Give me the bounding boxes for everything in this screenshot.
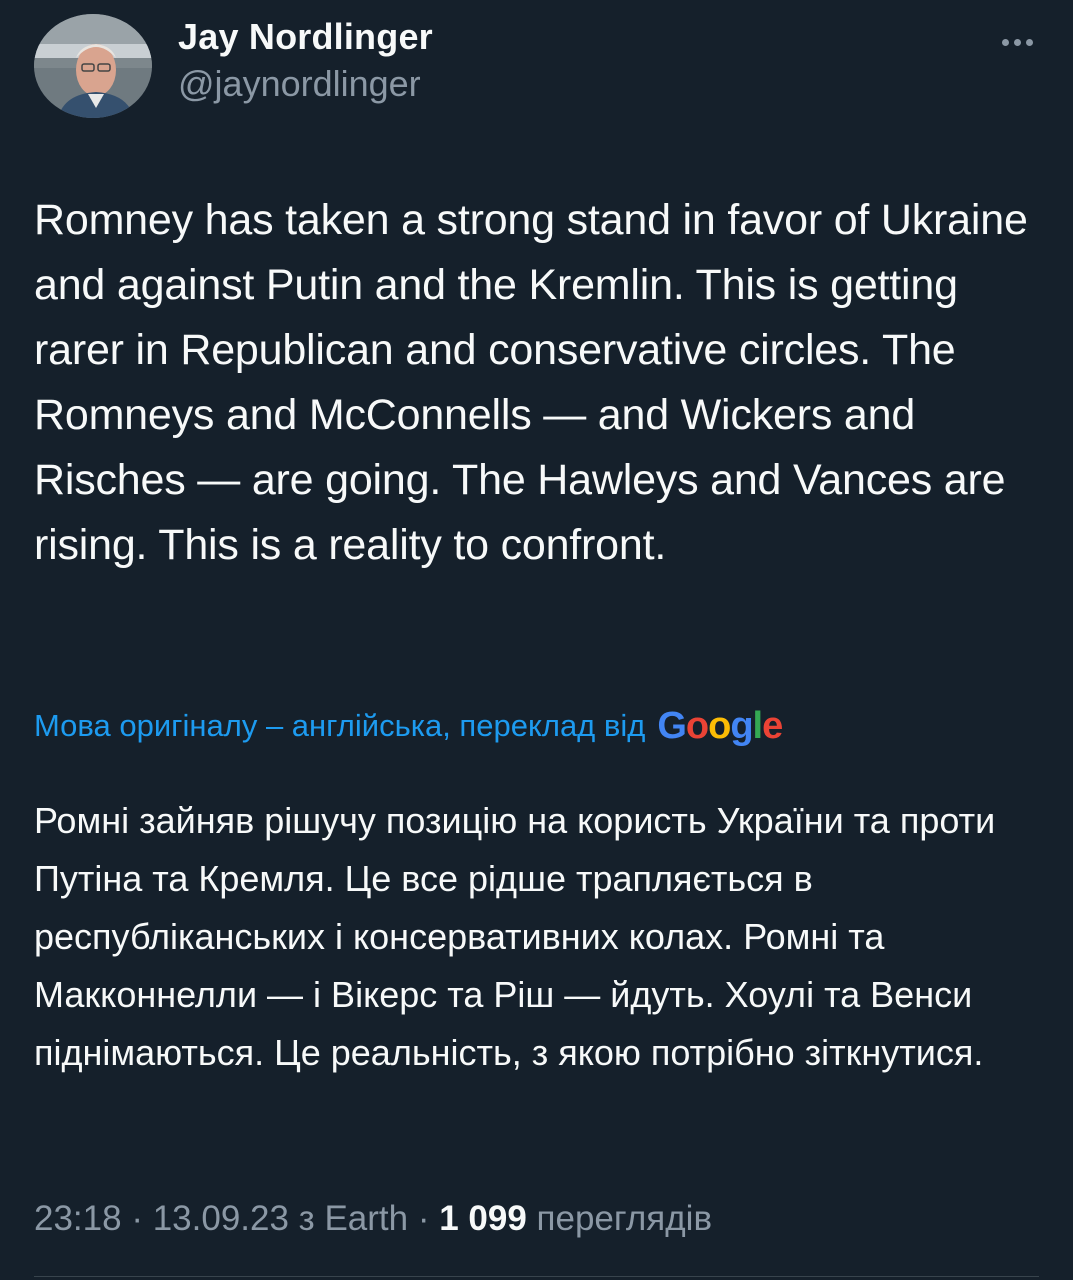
translation-attribution: Мова оригіналу – англійська, переклад ві…: [34, 700, 783, 752]
tweet-date[interactable]: 13.09.23: [153, 1199, 289, 1238]
more-options-button[interactable]: [995, 32, 1039, 52]
google-logo-letter: l: [752, 704, 764, 747]
more-horizontal-icon: [1001, 38, 1009, 46]
author-display-name[interactable]: Jay Nordlinger: [178, 16, 433, 58]
author-handle[interactable]: @jaynordlinger: [178, 62, 433, 106]
avatar[interactable]: [34, 14, 152, 118]
tweet-metadata: 23:18 · 13.09.23 з Earth · 1 099 перегля…: [34, 1194, 712, 1244]
google-logo-letter: G: [657, 704, 687, 747]
google-logo-letter: o: [708, 704, 731, 747]
google-logo-letter: o: [685, 704, 709, 747]
google-logo-letter: e: [762, 704, 783, 747]
more-horizontal-icon-dot: [1025, 38, 1033, 46]
views-label: переглядів: [526, 1199, 713, 1238]
tweet-time[interactable]: 23:18: [34, 1199, 122, 1238]
translation-label-link[interactable]: Мова оригіналу – англійська, переклад ві…: [34, 708, 645, 744]
profile-photo-icon: [34, 14, 152, 118]
tweet-header: Jay Nordlinger @jaynordlinger: [34, 14, 1039, 118]
translated-tweet-text: Ромні зайняв рішучу позицію на користь У…: [34, 800, 996, 1073]
meta-separator: ·: [121, 1199, 153, 1238]
tweet-source[interactable]: Earth: [324, 1199, 408, 1238]
google-logo-letter: g: [730, 704, 753, 747]
divider: [34, 1276, 1039, 1277]
more-horizontal-icon-dot: [1013, 38, 1021, 46]
tweet-text: Romney has taken a strong stand in favor…: [34, 196, 1028, 569]
views-count: 1 099: [439, 1199, 527, 1238]
google-logo: Google: [657, 704, 783, 748]
meta-separator: ·: [408, 1199, 440, 1238]
source-prefix: з: [288, 1199, 325, 1238]
